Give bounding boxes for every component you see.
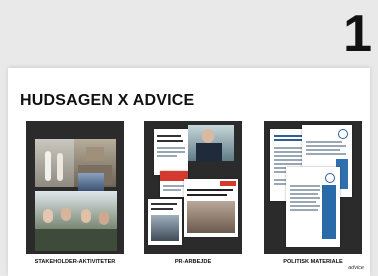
slide-number: 1 bbox=[343, 5, 372, 63]
tile-label-stakeholder: STAKEHOLDER-AKTIVITETER bbox=[34, 259, 116, 265]
brand-logo: advice bbox=[348, 265, 364, 271]
card-title: HUDSAGEN X ADVICE bbox=[20, 92, 195, 109]
stakeholder-collage[interactable] bbox=[26, 121, 124, 254]
pr-collage[interactable] bbox=[144, 121, 242, 254]
event-photo bbox=[35, 139, 74, 187]
content-card: HUDSAGEN X ADVICE STAKEHOLDER-AKTIVITETE… bbox=[8, 68, 370, 276]
clipping-3 bbox=[184, 179, 238, 237]
tile-label-pr: PR-ARBEJDE bbox=[174, 259, 212, 265]
political-collage[interactable] bbox=[264, 121, 362, 254]
clipping-1 bbox=[154, 129, 188, 175]
interview-photo bbox=[188, 125, 234, 161]
group-photo bbox=[35, 191, 117, 251]
clipping-4 bbox=[148, 199, 182, 245]
document-3 bbox=[286, 167, 340, 247]
